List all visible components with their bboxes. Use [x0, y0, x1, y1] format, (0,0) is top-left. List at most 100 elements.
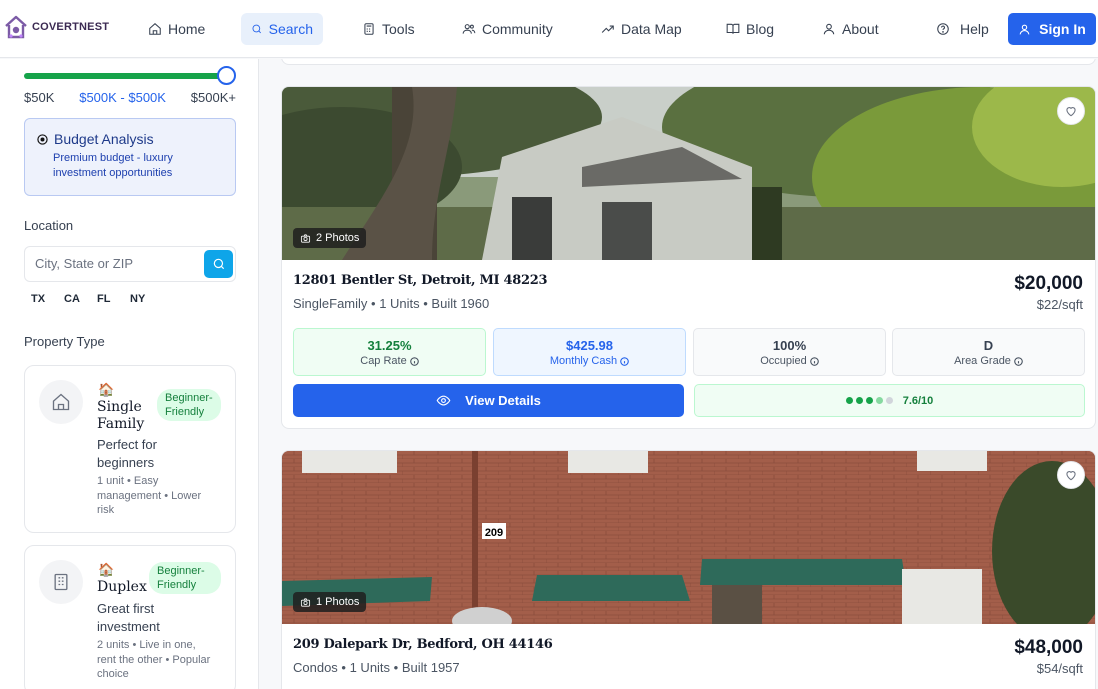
sign-in-label: Sign In	[1039, 21, 1086, 37]
property-type-duplex[interactable]: 🏠 Duplex Beginner-Friendly Great first i…	[24, 545, 236, 689]
camera-icon	[300, 597, 311, 607]
photo-count-label: 1 Photos	[316, 596, 360, 608]
building-icon-wrapper	[39, 560, 83, 604]
beginner-friendly-badge: Beginner-Friendly	[157, 389, 221, 421]
info-icon[interactable]	[620, 356, 629, 366]
nav-data-map[interactable]: Data Map	[591, 13, 692, 45]
monthly-cash-label: Monthly Cash	[549, 355, 618, 367]
target-icon	[37, 133, 48, 145]
help-label: Help	[960, 21, 989, 37]
nav-home-label: Home	[168, 21, 206, 37]
listing-address[interactable]: 209 Dalepark Dr, Bedford, OH 44146	[293, 637, 553, 652]
nav-data-map-label: Data Map	[621, 21, 682, 37]
info-icon[interactable]	[409, 356, 419, 366]
state-chip-fl[interactable]: FL	[97, 293, 130, 305]
nav-blog-label: Blog	[746, 21, 775, 37]
house-emoji-icon: 🏠	[98, 562, 115, 577]
heart-icon	[1066, 107, 1076, 117]
trending-icon	[601, 25, 614, 33]
photo-count-label: 2 Photos	[316, 232, 360, 244]
filter-sidebar: $50K $500K - $500K $500K+ Budget Analysi…	[0, 59, 259, 689]
location-input[interactable]	[35, 256, 195, 271]
photo-count-badge: 2 Photos	[293, 228, 367, 248]
listing-card[interactable]: 2 Photos 12801 Bentler St, Detroit, MI 4…	[281, 86, 1096, 429]
cap-rate-value: 31.25%	[367, 338, 412, 353]
listing-meta: Condos • 1 Units • Built 1957	[293, 660, 460, 675]
info-icon[interactable]	[809, 356, 819, 366]
nav-about-label: About	[842, 21, 879, 37]
condo-photo-image: 209	[282, 451, 1095, 624]
budget-slider-track[interactable]	[24, 73, 227, 79]
house-photo-image	[282, 87, 1095, 260]
info-icon[interactable]	[1014, 356, 1023, 366]
sign-in-button[interactable]: Sign In	[1008, 13, 1096, 45]
listings-panel: 2 Photos 12801 Bentler St, Detroit, MI 4…	[260, 59, 1098, 689]
monthly-cash-metric: $425.98 Monthly Cash	[493, 328, 686, 376]
eye-icon	[436, 395, 451, 406]
state-chip-ny[interactable]: NY	[130, 293, 163, 305]
help-circle-icon	[937, 23, 949, 35]
home-icon	[52, 393, 70, 411]
brand-name: COVERTNEST	[32, 21, 110, 33]
location-label: Location	[24, 218, 74, 233]
search-icon	[213, 258, 224, 270]
favorite-button[interactable]	[1057, 97, 1085, 125]
budget-analysis-box: Budget Analysis Premium budget - luxury …	[24, 118, 236, 196]
score-dot	[885, 397, 893, 404]
listing-meta: SingleFamily • 1 Units • Built 1960	[293, 296, 490, 311]
nav-tools[interactable]: Tools	[352, 13, 425, 45]
monthly-cash-value: $425.98	[566, 338, 613, 353]
budget-analysis-title: Budget Analysis	[54, 131, 154, 147]
property-type-single-family[interactable]: 🏠 Single Family Beginner-Friendly Perfec…	[24, 365, 236, 533]
view-details-label: View Details	[465, 393, 541, 408]
state-quick-filters: TX CA FL NY	[31, 293, 163, 305]
home-icon-wrapper	[39, 380, 83, 424]
nav-blog[interactable]: Blog	[716, 13, 784, 45]
score-dot	[845, 397, 853, 404]
nav-search-label: Search	[268, 21, 313, 37]
area-grade-value: D	[983, 338, 994, 353]
listing-price-per-sqft: $54/sqft	[1036, 661, 1083, 676]
view-details-button[interactable]: View Details	[293, 384, 684, 417]
budget-slider-thumb[interactable]	[217, 66, 236, 85]
area-grade-metric: D Area Grade	[892, 328, 1085, 376]
photo-count-badge: 1 Photos	[293, 592, 367, 612]
property-type-details: 2 units • Live in one, rent the other • …	[97, 639, 211, 680]
property-type-name: Single Family	[97, 399, 145, 432]
calculator-icon	[364, 23, 374, 35]
state-chip-tx[interactable]: TX	[31, 293, 64, 305]
property-type-label: Property Type	[24, 334, 105, 349]
location-search-button[interactable]	[204, 250, 233, 278]
listing-card[interactable]: 209 1 Photos 209 Dalepark Dr, Bedford, O…	[281, 450, 1096, 689]
listing-price: $48,000	[1014, 637, 1083, 658]
state-chip-ca[interactable]: CA	[64, 293, 97, 305]
score-dot	[875, 397, 883, 404]
listing-address[interactable]: 12801 Bentler St, Detroit, MI 48223	[293, 273, 548, 288]
occupied-label: Occupied	[760, 355, 807, 367]
heart-icon	[1066, 471, 1076, 481]
brand-logo[interactable]: COVERTNEST	[4, 14, 109, 40]
nav-about[interactable]: About	[812, 13, 889, 45]
camera-icon	[300, 233, 311, 243]
occupied-value: 100%	[772, 338, 807, 353]
listing-photo[interactable]: 209 1 Photos	[282, 451, 1095, 624]
listing-photo[interactable]: 2 Photos	[282, 87, 1095, 260]
favorite-button[interactable]	[1057, 461, 1085, 489]
beginner-friendly-badge: Beginner-Friendly	[149, 562, 221, 594]
user-icon	[823, 23, 835, 35]
house-logo-icon	[5, 15, 27, 39]
score-dot	[855, 397, 863, 404]
occupied-metric: 100% Occupied	[693, 328, 886, 376]
budget-min-label: $50K	[24, 90, 55, 105]
nav-home[interactable]: Home	[138, 13, 215, 45]
budget-analysis-description: Premium budget - luxury investment oppor…	[53, 152, 173, 179]
nav-tools-label: Tools	[382, 21, 415, 37]
nav-search[interactable]: Search	[241, 13, 323, 45]
building-icon	[54, 573, 68, 591]
score-dot	[865, 397, 873, 404]
nav-community[interactable]: Community	[452, 13, 563, 45]
svg-text:209: 209	[485, 527, 503, 539]
search-icon	[252, 24, 262, 34]
budget-max-label: $500K+	[190, 90, 236, 105]
help-link[interactable]: Help	[926, 13, 999, 45]
